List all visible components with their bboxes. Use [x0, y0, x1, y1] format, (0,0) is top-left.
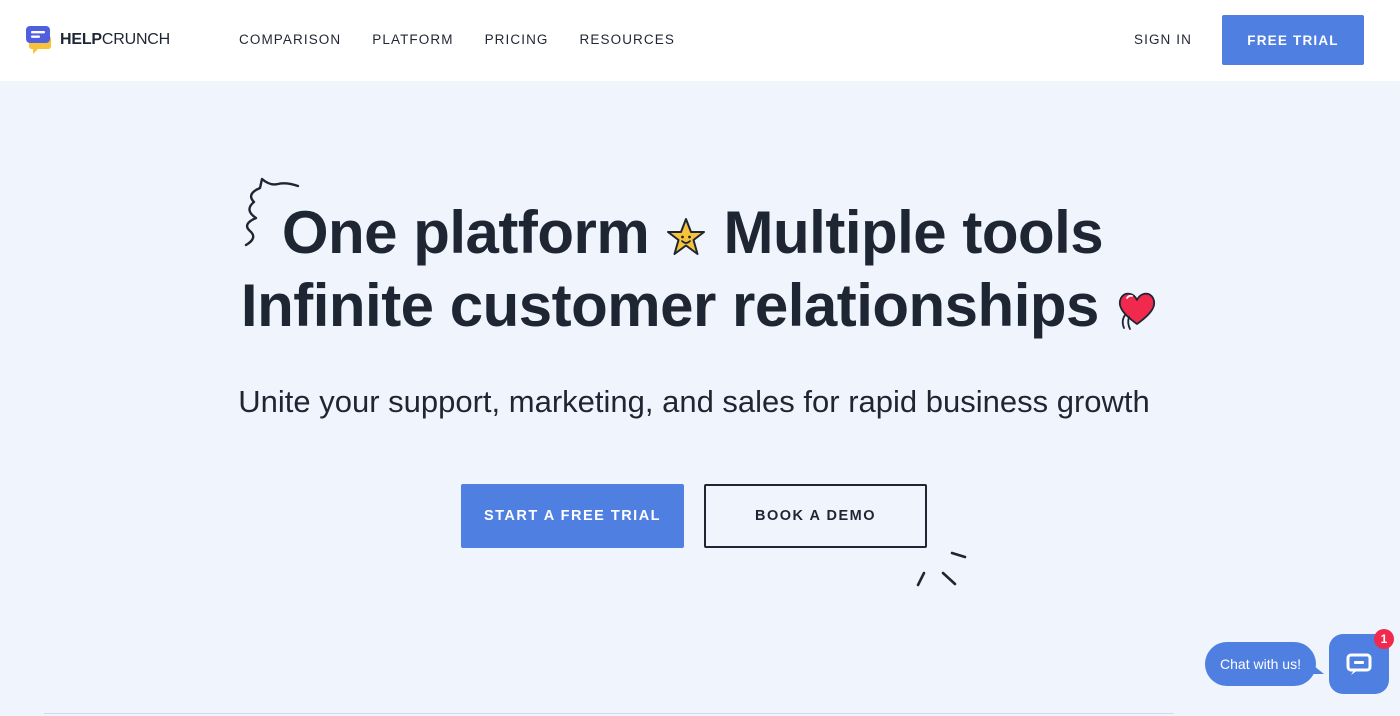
main-nav: COMPARISON PLATFORM PRICING RESOURCES: [239, 32, 675, 47]
nav-comparison[interactable]: COMPARISON: [239, 32, 341, 47]
brand-name-bold: HELP: [60, 31, 102, 48]
hero-subtitle: Unite your support, marketing, and sales…: [238, 384, 1150, 419]
brand-name: HELPCRUNCH: [60, 31, 170, 49]
headline-part-one-platform: One platform: [281, 199, 650, 266]
brand-name-regular: CRUNCH: [101, 31, 171, 48]
nav-resources[interactable]: RESOURCES: [580, 32, 675, 47]
unread-count-badge: 1: [1374, 629, 1394, 649]
headline-line-2: Infinite customer relationships: [0, 269, 1400, 342]
nav-platform[interactable]: PLATFORM: [372, 32, 453, 47]
section-divider: [44, 713, 1174, 714]
start-free-trial-button[interactable]: START A FREE TRIAL: [461, 484, 684, 548]
heart-hands-emoji-icon: [1119, 292, 1156, 331]
headline-part-multiple-tools: Multiple tools: [723, 199, 1104, 266]
top-navigation: HELPCRUNCH COMPARISON PLATFORM PRICING R…: [0, 0, 1400, 81]
chat-icon: [1346, 653, 1372, 675]
chat-bubble-tail: [1304, 658, 1324, 674]
star-emoji-icon: [667, 218, 706, 256]
free-trial-button[interactable]: FREE TRIAL: [1222, 15, 1364, 65]
helpcrunch-logo[interactable]: HELPCRUNCH: [24, 25, 170, 55]
headline-line-1: One platform Multiple tools: [0, 196, 1400, 269]
headline-infinite-relationships: Infinite customer relationships: [240, 272, 1100, 339]
hero-headline: One platform Multiple tools Infinite cus…: [0, 196, 1400, 342]
nav-pricing[interactable]: PRICING: [485, 32, 549, 47]
chat-prompt-bubble[interactable]: Chat with us!: [1205, 642, 1316, 686]
sign-in-link[interactable]: SIGN IN: [1134, 32, 1192, 47]
book-demo-button[interactable]: BOOK A DEMO: [704, 484, 927, 548]
helpcrunch-logo-icon: [26, 26, 51, 54]
sparkle-decoration: [916, 551, 967, 587]
